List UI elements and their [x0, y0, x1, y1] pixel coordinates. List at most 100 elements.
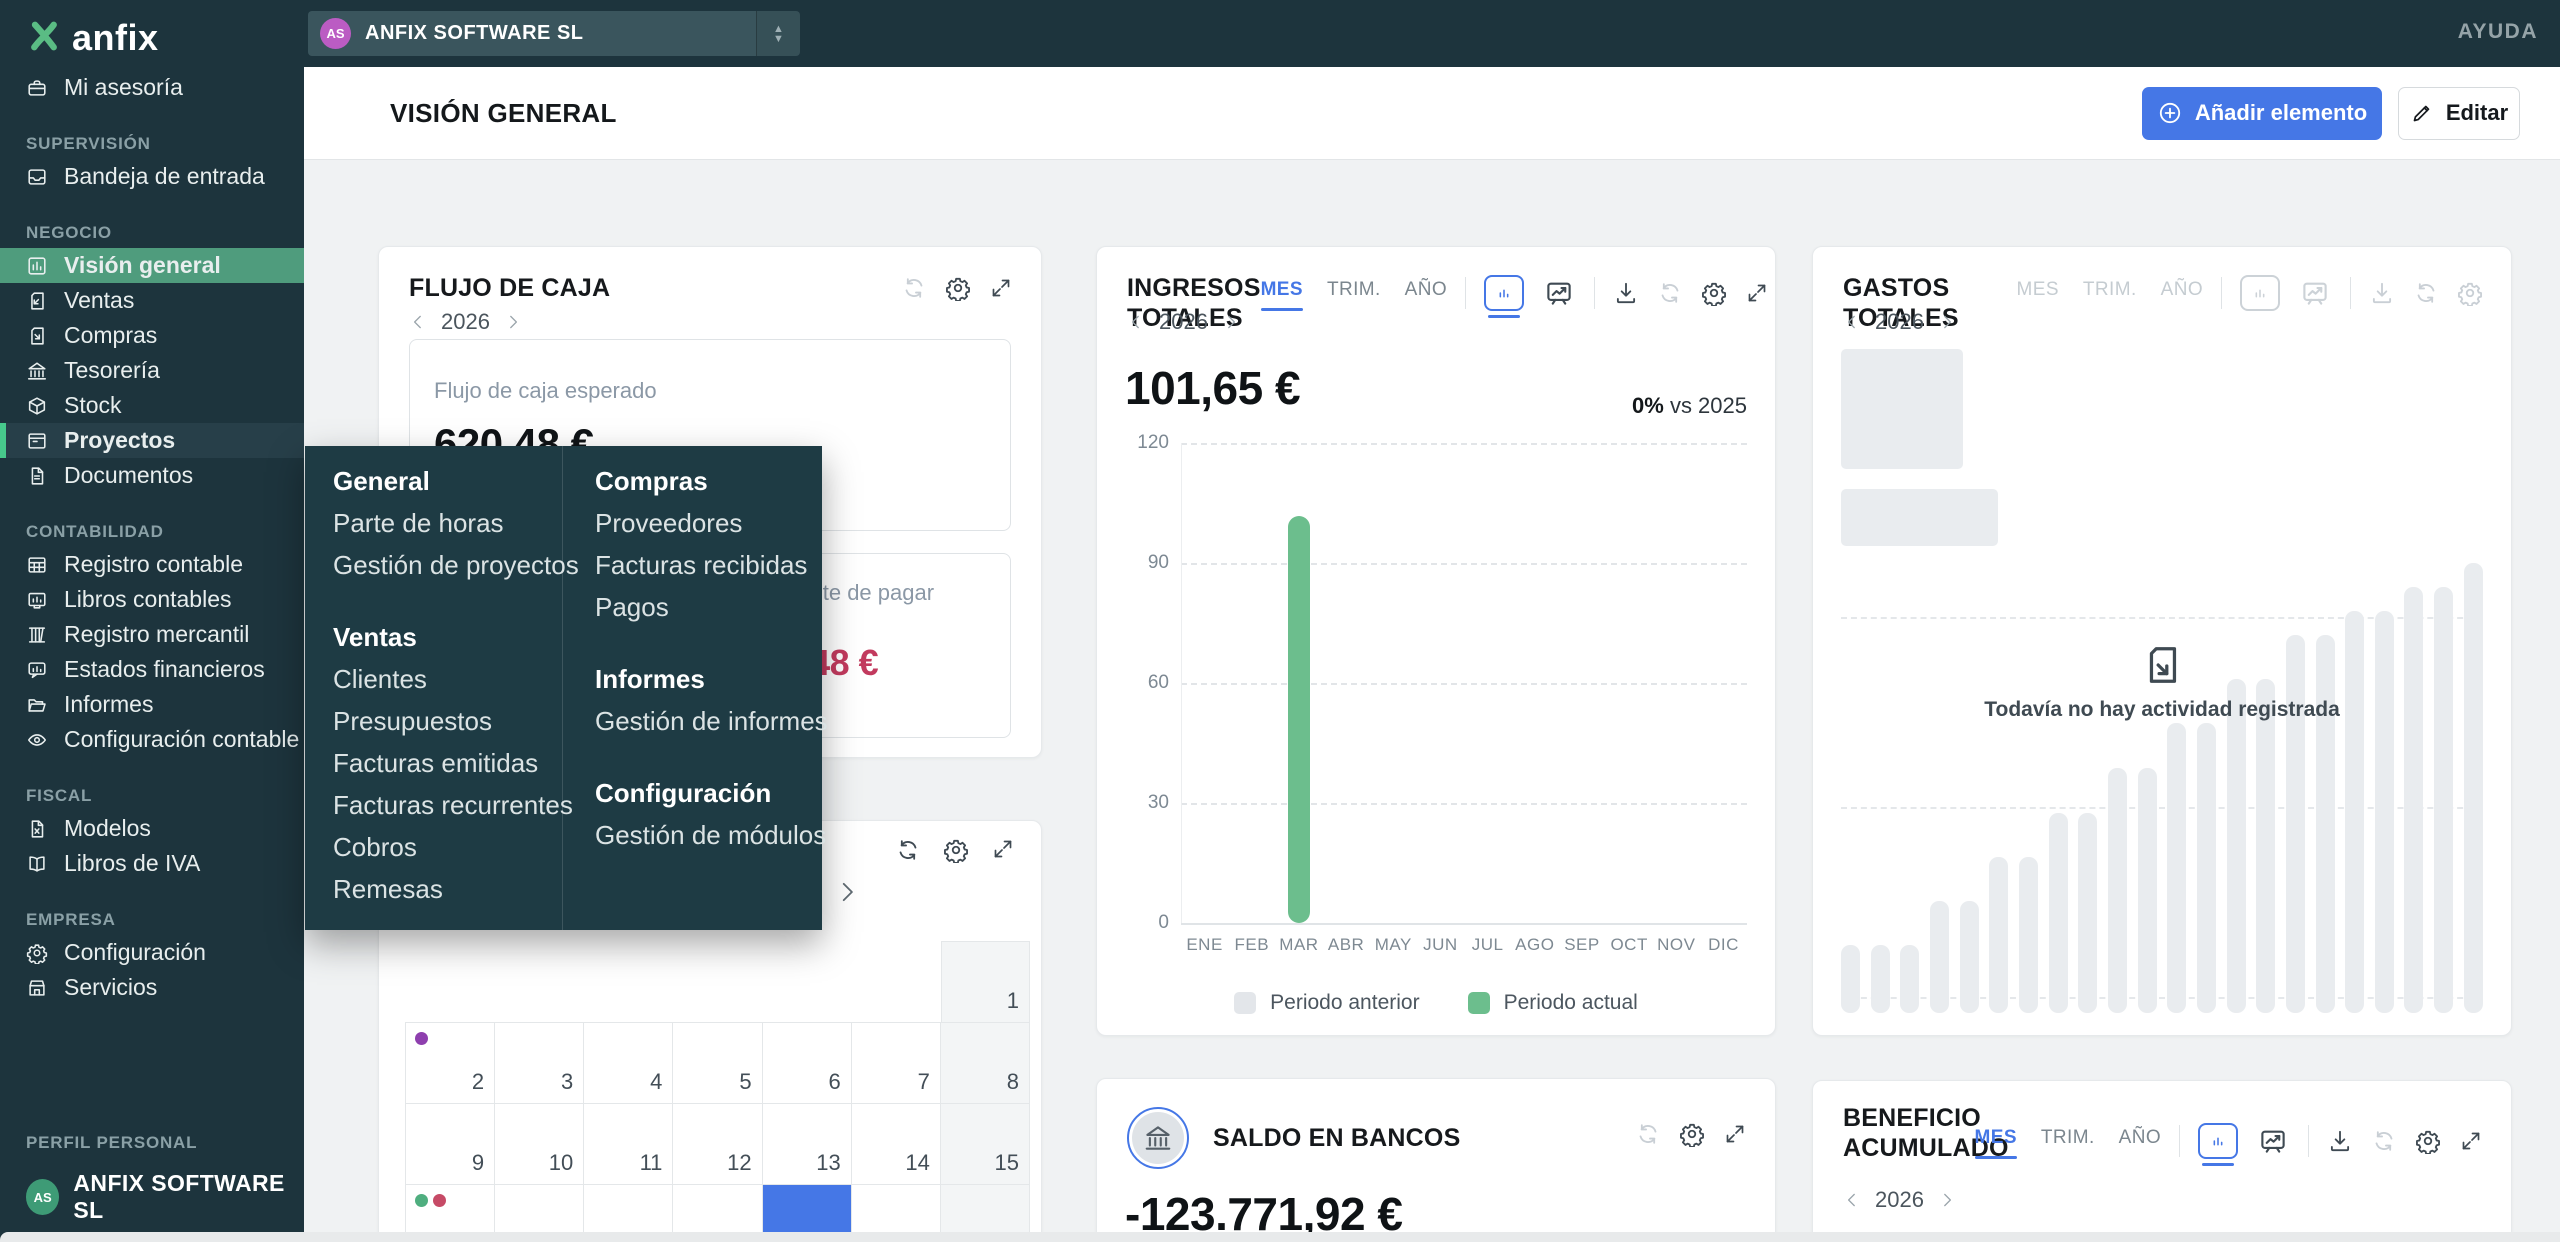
flyout-item-facturas-emitidas[interactable]: Facturas emitidas: [333, 742, 562, 784]
calendar-day-10[interactable]: 10: [495, 1104, 583, 1184]
tab-trim[interactable]: TRIM.: [1327, 279, 1381, 307]
sidebar-item-servicios[interactable]: Servicios: [0, 970, 304, 1005]
tab-trim[interactable]: TRIM.: [2041, 1127, 2095, 1155]
flyout-item-clientes[interactable]: Clientes: [333, 658, 562, 700]
calendar-next-month-icon[interactable]: [834, 879, 860, 905]
sidebar-item-modelos[interactable]: Modelos: [0, 811, 304, 846]
calendar-day-3[interactable]: 3: [495, 1023, 583, 1103]
calendar-day-11[interactable]: 11: [584, 1104, 672, 1184]
flyout-item-facturas-recurrentes[interactable]: Facturas recurrentes: [333, 784, 562, 826]
flyout-item-proveedores[interactable]: Proveedores: [595, 502, 822, 544]
sidebar-item-configuraci-n-contable[interactable]: Configuración contable: [0, 722, 304, 757]
chevron-right-icon[interactable]: [504, 313, 522, 331]
sidebar-item-documentos[interactable]: Documentos: [0, 458, 304, 493]
calendar-day-6[interactable]: 6: [763, 1023, 851, 1103]
tab-mes[interactable]: MES: [2017, 279, 2059, 307]
edit-button[interactable]: Editar: [2398, 87, 2520, 140]
gear-icon[interactable]: [1679, 1121, 1705, 1147]
sidebar-item-libros-contables[interactable]: Libros contables: [0, 582, 304, 617]
chevron-left-icon[interactable]: [1127, 313, 1145, 331]
sidebar-item-mi-asesor-a[interactable]: Mi asesoría: [0, 70, 304, 105]
calendar-day-14[interactable]: 14: [852, 1104, 940, 1184]
bar-chart-view-icon[interactable]: [2198, 1123, 2238, 1159]
flyout-item-facturas-recibidas[interactable]: Facturas recibidas: [595, 544, 822, 586]
gear-icon[interactable]: [943, 837, 969, 863]
line-chart-view-icon[interactable]: [1542, 275, 1576, 311]
refresh-icon[interactable]: [901, 275, 927, 301]
download-icon[interactable]: [2369, 280, 2395, 306]
sidebar-item-libros-de-iva[interactable]: Libros de IVA: [0, 846, 304, 881]
refresh-icon[interactable]: [2371, 1128, 2397, 1154]
sidebar-item-stock[interactable]: Stock: [0, 388, 304, 423]
gear-icon[interactable]: [2457, 280, 2483, 306]
flyout-item-gesti-n-de-informes[interactable]: Gestión de informes: [595, 700, 822, 742]
chevron-right-icon[interactable]: [1938, 313, 1956, 331]
expand-icon[interactable]: [1723, 1122, 1747, 1146]
sidebar-item-configuraci-n[interactable]: Configuración: [0, 935, 304, 970]
tab-año[interactable]: AÑO: [2161, 279, 2203, 307]
calendar-day-12[interactable]: 12: [673, 1104, 761, 1184]
company-selector-caret-icon[interactable]: ▲▼: [756, 11, 800, 56]
flyout-item-cobros[interactable]: Cobros: [333, 826, 562, 868]
refresh-icon[interactable]: [895, 837, 921, 863]
horizontal-scrollbar[interactable]: [0, 1232, 2560, 1242]
bar-chart-view-icon[interactable]: [2240, 275, 2280, 311]
calendar-day-1[interactable]: 1: [941, 941, 1030, 1022]
sidebar-item-visi-n-general[interactable]: Visión general: [0, 248, 304, 283]
expand-icon[interactable]: [989, 276, 1013, 300]
flyout-item-pagos[interactable]: Pagos: [595, 586, 822, 628]
company-selector[interactable]: AS ANFIX SOFTWARE SL ▲▼: [308, 11, 800, 56]
chevron-left-icon[interactable]: [1843, 1191, 1861, 1209]
calendar-day-13[interactable]: 13: [763, 1104, 851, 1184]
chevron-left-icon[interactable]: [409, 313, 427, 331]
flyout-item-parte-de-horas[interactable]: Parte de horas: [333, 502, 562, 544]
calendar-day-8[interactable]: 8: [941, 1023, 1029, 1103]
sidebar-item-estados-financieros[interactable]: Estados financieros: [0, 652, 304, 687]
expand-icon[interactable]: [1745, 281, 1769, 305]
calendar-day-15[interactable]: 15: [941, 1104, 1029, 1184]
expand-icon[interactable]: [2459, 1129, 2483, 1153]
download-icon[interactable]: [2327, 1128, 2353, 1154]
calendar-day-9[interactable]: 9: [406, 1104, 494, 1184]
gear-icon[interactable]: [945, 275, 971, 301]
refresh-icon[interactable]: [1635, 1121, 1661, 1147]
sidebar-item-proyectos[interactable]: Proyectos: [0, 423, 304, 458]
bar-chart-view-icon[interactable]: [1484, 275, 1524, 311]
profile-row[interactable]: AS ANFIX SOFTWARE SL: [0, 1170, 304, 1224]
refresh-icon[interactable]: [1657, 280, 1683, 306]
gear-icon[interactable]: [1701, 280, 1727, 306]
gear-icon[interactable]: [2415, 1128, 2441, 1154]
sidebar-item-tesorer-a[interactable]: Tesorería: [0, 353, 304, 388]
sidebar-item-compras[interactable]: Compras: [0, 318, 304, 353]
flyout-item-gesti-n-de-m-dulos[interactable]: Gestión de módulos: [595, 814, 822, 856]
tab-año[interactable]: AÑO: [1405, 279, 1447, 307]
flyout-item-remesas[interactable]: Remesas: [333, 868, 562, 910]
line-chart-view-icon[interactable]: [2298, 275, 2332, 311]
sidebar-item-ventas[interactable]: Ventas: [0, 283, 304, 318]
calendar-day-4[interactable]: 4: [584, 1023, 672, 1103]
download-icon[interactable]: [1613, 280, 1639, 306]
expand-icon[interactable]: [991, 837, 1015, 863]
tab-mes[interactable]: MES: [1975, 1127, 2017, 1155]
calendar-day-7[interactable]: 7: [852, 1023, 940, 1103]
sidebar-item-bandeja-de-entrada[interactable]: Bandeja de entrada: [0, 159, 304, 194]
chevron-left-icon[interactable]: [1843, 313, 1861, 331]
flyout-item-presupuestos[interactable]: Presupuestos: [333, 700, 562, 742]
line-chart-view-icon[interactable]: [2256, 1123, 2290, 1159]
refresh-icon[interactable]: [2413, 280, 2439, 306]
add-element-button[interactable]: Añadir elemento: [2142, 87, 2382, 140]
tab-año[interactable]: AÑO: [2119, 1127, 2161, 1155]
year-label: 2026: [1875, 309, 1924, 335]
sidebar-item-informes[interactable]: Informes: [0, 687, 304, 722]
tab-mes[interactable]: MES: [1261, 279, 1303, 307]
chevron-right-icon[interactable]: [1938, 1191, 1956, 1209]
sidebar-item-registro-contable[interactable]: Registro contable: [0, 547, 304, 582]
calendar-day-5[interactable]: 5: [673, 1023, 761, 1103]
flyout-item-gesti-n-de-proyectos[interactable]: Gestión de proyectos: [333, 544, 562, 586]
day-number: 1: [1007, 988, 1019, 1014]
chevron-right-icon[interactable]: [1222, 313, 1240, 331]
tab-trim[interactable]: TRIM.: [2083, 279, 2137, 307]
help-link[interactable]: AYUDA: [2458, 20, 2538, 44]
calendar-day-2[interactable]: 2: [406, 1023, 494, 1103]
sidebar-item-registro-mercantil[interactable]: Registro mercantil: [0, 617, 304, 652]
